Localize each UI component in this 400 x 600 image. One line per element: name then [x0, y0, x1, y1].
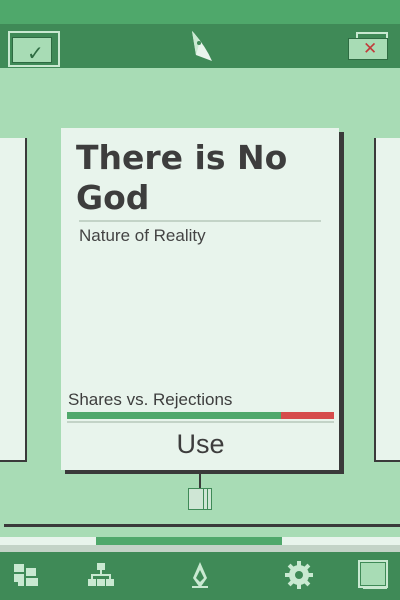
separator [4, 524, 400, 527]
previous-card[interactable] [0, 138, 27, 462]
progress-track [0, 537, 400, 545]
next-card[interactable] [374, 138, 400, 462]
accept-card-front: ✓ [12, 37, 52, 65]
reject-button[interactable]: ✕ [346, 32, 390, 62]
collection-icon[interactable] [12, 560, 42, 590]
card-category: Nature of Reality [79, 226, 206, 245]
shares-fill [67, 412, 281, 419]
use-button[interactable]: Use [67, 425, 334, 465]
bottom-nav [0, 552, 400, 600]
top-bar: ✓ ✕ [0, 24, 400, 68]
belief-card[interactable]: There is No God Nature of Reality Shares… [61, 128, 339, 470]
accept-button[interactable]: ✓ [8, 31, 60, 67]
status-strip [0, 0, 400, 24]
stack-icon[interactable] [357, 559, 389, 591]
deck-icon[interactable] [186, 486, 216, 512]
bottom-strip [0, 545, 400, 552]
ratio-label: Shares vs. Rejections [68, 390, 233, 409]
reject-card-front: ✕ [348, 38, 388, 60]
check-icon: ✓ [27, 41, 44, 65]
title-divider [79, 220, 321, 222]
progress-fill [96, 537, 282, 545]
deck-card-front [188, 488, 204, 510]
gear-icon[interactable] [284, 560, 314, 590]
shares-rejections-bar [67, 412, 334, 419]
card-title: There is No God [76, 138, 288, 217]
close-icon: ✕ [363, 39, 378, 59]
app-logo [192, 31, 212, 61]
app-logo-icon[interactable] [185, 560, 215, 590]
use-divider [67, 421, 334, 423]
hierarchy-icon[interactable] [86, 560, 116, 590]
